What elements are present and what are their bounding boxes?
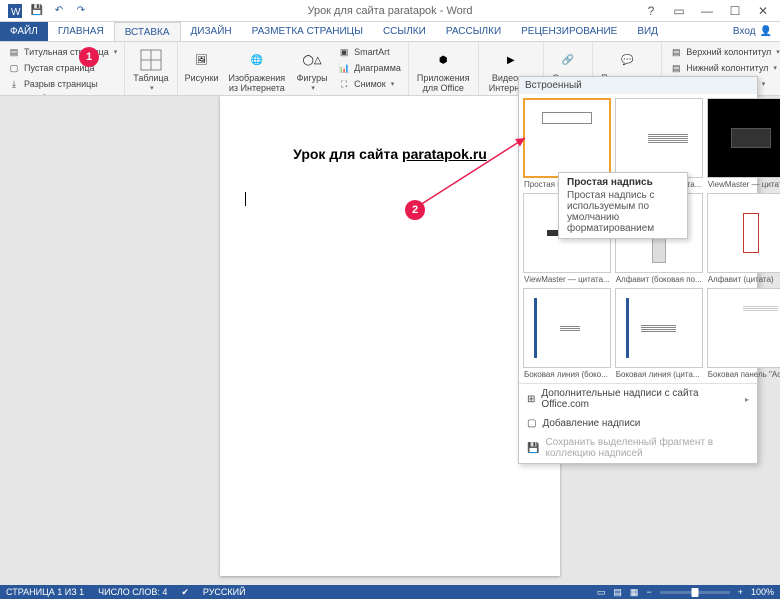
chart-button[interactable]: 📊Диаграмма (334, 60, 404, 76)
document-heading: Урок для сайта paratapok.ru (240, 146, 540, 162)
zoom-slider[interactable] (660, 591, 730, 594)
gallery-footer: ⊞Дополнительные надписи с сайта Office.c… (519, 383, 757, 463)
comment-icon: 💬 (613, 46, 641, 74)
chart-icon: 📊 (337, 61, 351, 75)
status-proof-icon[interactable]: ✔ (181, 587, 189, 598)
group-tables: Таблица Таблицы (125, 42, 177, 95)
status-bar: СТРАНИЦА 1 ИЗ 1 ЧИСЛО СЛОВ: 4 ✔ РУССКИЙ … (0, 585, 780, 599)
save-icon[interactable]: 💾 (28, 2, 46, 20)
gallery-header: Встроенный (519, 77, 757, 94)
screenshot-icon: ⛶ (337, 77, 351, 91)
ribbon-options-icon[interactable]: ▭ (666, 4, 692, 18)
document-page[interactable]: Урок для сайта paratapok.ru (220, 96, 560, 576)
header-icon: ▤ (669, 45, 683, 59)
zoom-level[interactable]: 100% (751, 587, 774, 597)
tab-file[interactable]: ФАЙЛ (0, 22, 48, 41)
gallery-item[interactable]: ViewMaster — цитата... (707, 98, 780, 189)
gallery-tooltip: Простая надпись Простая надпись с исполь… (558, 172, 688, 239)
group-apps: ⬢Приложения для Office Приложения (409, 42, 479, 95)
tab-home[interactable]: ГЛАВНАЯ (48, 22, 114, 41)
gallery-item[interactable]: Алфавит (цитата) (707, 193, 780, 284)
signin-link[interactable]: Вход👤 (725, 22, 780, 41)
word-icon: W (6, 2, 24, 20)
save-icon: 💾 (527, 443, 539, 454)
draw-icon: ▢ (527, 418, 536, 429)
status-language[interactable]: РУССКИЙ (203, 587, 246, 597)
shapes-icon: ◯△ (298, 46, 326, 74)
more-office-button[interactable]: ⊞Дополнительные надписи с сайта Office.c… (519, 384, 757, 414)
zoom-in-icon[interactable]: + (738, 587, 743, 597)
table-icon (137, 46, 165, 74)
zoom-out-icon[interactable]: − (646, 587, 651, 597)
status-page[interactable]: СТРАНИЦА 1 ИЗ 1 (6, 587, 84, 597)
text-cursor (245, 192, 540, 206)
quick-access-toolbar: W 💾 ↶ ↷ (0, 2, 90, 20)
annotation-badge-2: 2 (405, 200, 425, 220)
shapes-button[interactable]: ◯△Фигуры (292, 44, 332, 96)
svg-text:W: W (11, 7, 21, 18)
link-icon: 🔗 (554, 46, 582, 74)
blank-page-icon: ▢ (7, 61, 21, 75)
window-controls: ? ▭ — ☐ ✕ (638, 4, 780, 18)
view-read-icon[interactable]: ▭ (597, 587, 606, 598)
header-button[interactable]: ▤Верхний колонтитул (666, 44, 780, 60)
tab-layout[interactable]: РАЗМЕТКА СТРАНИЦЫ (242, 22, 373, 41)
undo-icon[interactable]: ↶ (50, 2, 68, 20)
smartart-button[interactable]: ▣SmartArt (334, 44, 404, 60)
tab-references[interactable]: ССЫЛКИ (373, 22, 436, 41)
tab-insert[interactable]: ВСТАВКА (114, 22, 181, 41)
close-icon[interactable]: ✕ (750, 4, 776, 18)
annotation-badge-1: 1 (79, 47, 99, 67)
screenshot-button[interactable]: ⛶Снимок (334, 76, 404, 92)
view-print-icon[interactable]: ▤ (613, 587, 622, 598)
tooltip-title: Простая надпись (567, 177, 679, 188)
maximize-icon[interactable]: ☐ (722, 4, 748, 18)
online-pictures-button[interactable]: 🌐Изображения из Интернета (224, 44, 291, 96)
blank-page-button[interactable]: ▢Пустая страница (4, 60, 120, 76)
office-icon: ⊞ (527, 394, 535, 405)
gallery-item[interactable]: Боковая панель "Асп... (707, 288, 780, 379)
apps-icon: ⬢ (429, 46, 457, 74)
footer-button[interactable]: ▤Нижний колонтитул (666, 60, 780, 76)
gallery-item[interactable]: Боковая линия (боко... (523, 288, 611, 379)
page-icon: ▤ (7, 45, 21, 59)
apps-button[interactable]: ⬢Приложения для Office (413, 44, 474, 96)
textbox-gallery: Встроенный Простая надпись ViewMaster — … (518, 76, 758, 464)
group-pages: ▤Титульная страница ▢Пустая страница ⤓Ра… (0, 42, 125, 95)
ribbon-tabs: ФАЙЛ ГЛАВНАЯ ВСТАВКА ДИЗАЙН РАЗМЕТКА СТР… (0, 22, 780, 42)
break-icon: ⤓ (7, 77, 21, 91)
video-icon: ▶ (497, 46, 525, 74)
pictures-button[interactable]: 🖼Рисунки (182, 44, 222, 96)
picture-icon: 🖼 (188, 46, 216, 74)
view-web-icon[interactable]: ▦ (630, 587, 639, 598)
cover-page-button[interactable]: ▤Титульная страница (4, 44, 120, 60)
gallery-item[interactable]: Боковая линия (цита... (615, 288, 703, 379)
table-button[interactable]: Таблица (129, 44, 172, 94)
group-illustrations: 🖼Рисунки 🌐Изображения из Интернета ◯△Фиг… (178, 42, 409, 95)
tooltip-body: Простая надпись с используемым по умолча… (567, 190, 679, 234)
status-words[interactable]: ЧИСЛО СЛОВ: 4 (98, 587, 167, 597)
titlebar: W 💾 ↶ ↷ Урок для сайта paratapok - Word … (0, 0, 780, 22)
save-selection-button: 💾Сохранить выделенный фрагмент в коллекц… (519, 433, 757, 463)
tab-mailings[interactable]: РАССЫЛКИ (436, 22, 511, 41)
draw-textbox-button[interactable]: ▢Добавление надписи (519, 414, 757, 433)
tab-design[interactable]: ДИЗАЙН (181, 22, 242, 41)
tab-review[interactable]: РЕЦЕНЗИРОВАНИЕ (511, 22, 627, 41)
window-title: Урок для сайта paratapok - Word (307, 5, 472, 17)
help-icon[interactable]: ? (638, 4, 664, 18)
page-break-button[interactable]: ⤓Разрыв страницы (4, 76, 120, 92)
tab-view[interactable]: ВИД (627, 22, 668, 41)
smartart-icon: ▣ (337, 45, 351, 59)
user-icon: 👤 (760, 26, 772, 37)
online-picture-icon: 🌐 (243, 46, 271, 74)
minimize-icon[interactable]: — (694, 4, 720, 18)
redo-icon[interactable]: ↷ (72, 2, 90, 20)
footer-icon: ▤ (669, 61, 683, 75)
